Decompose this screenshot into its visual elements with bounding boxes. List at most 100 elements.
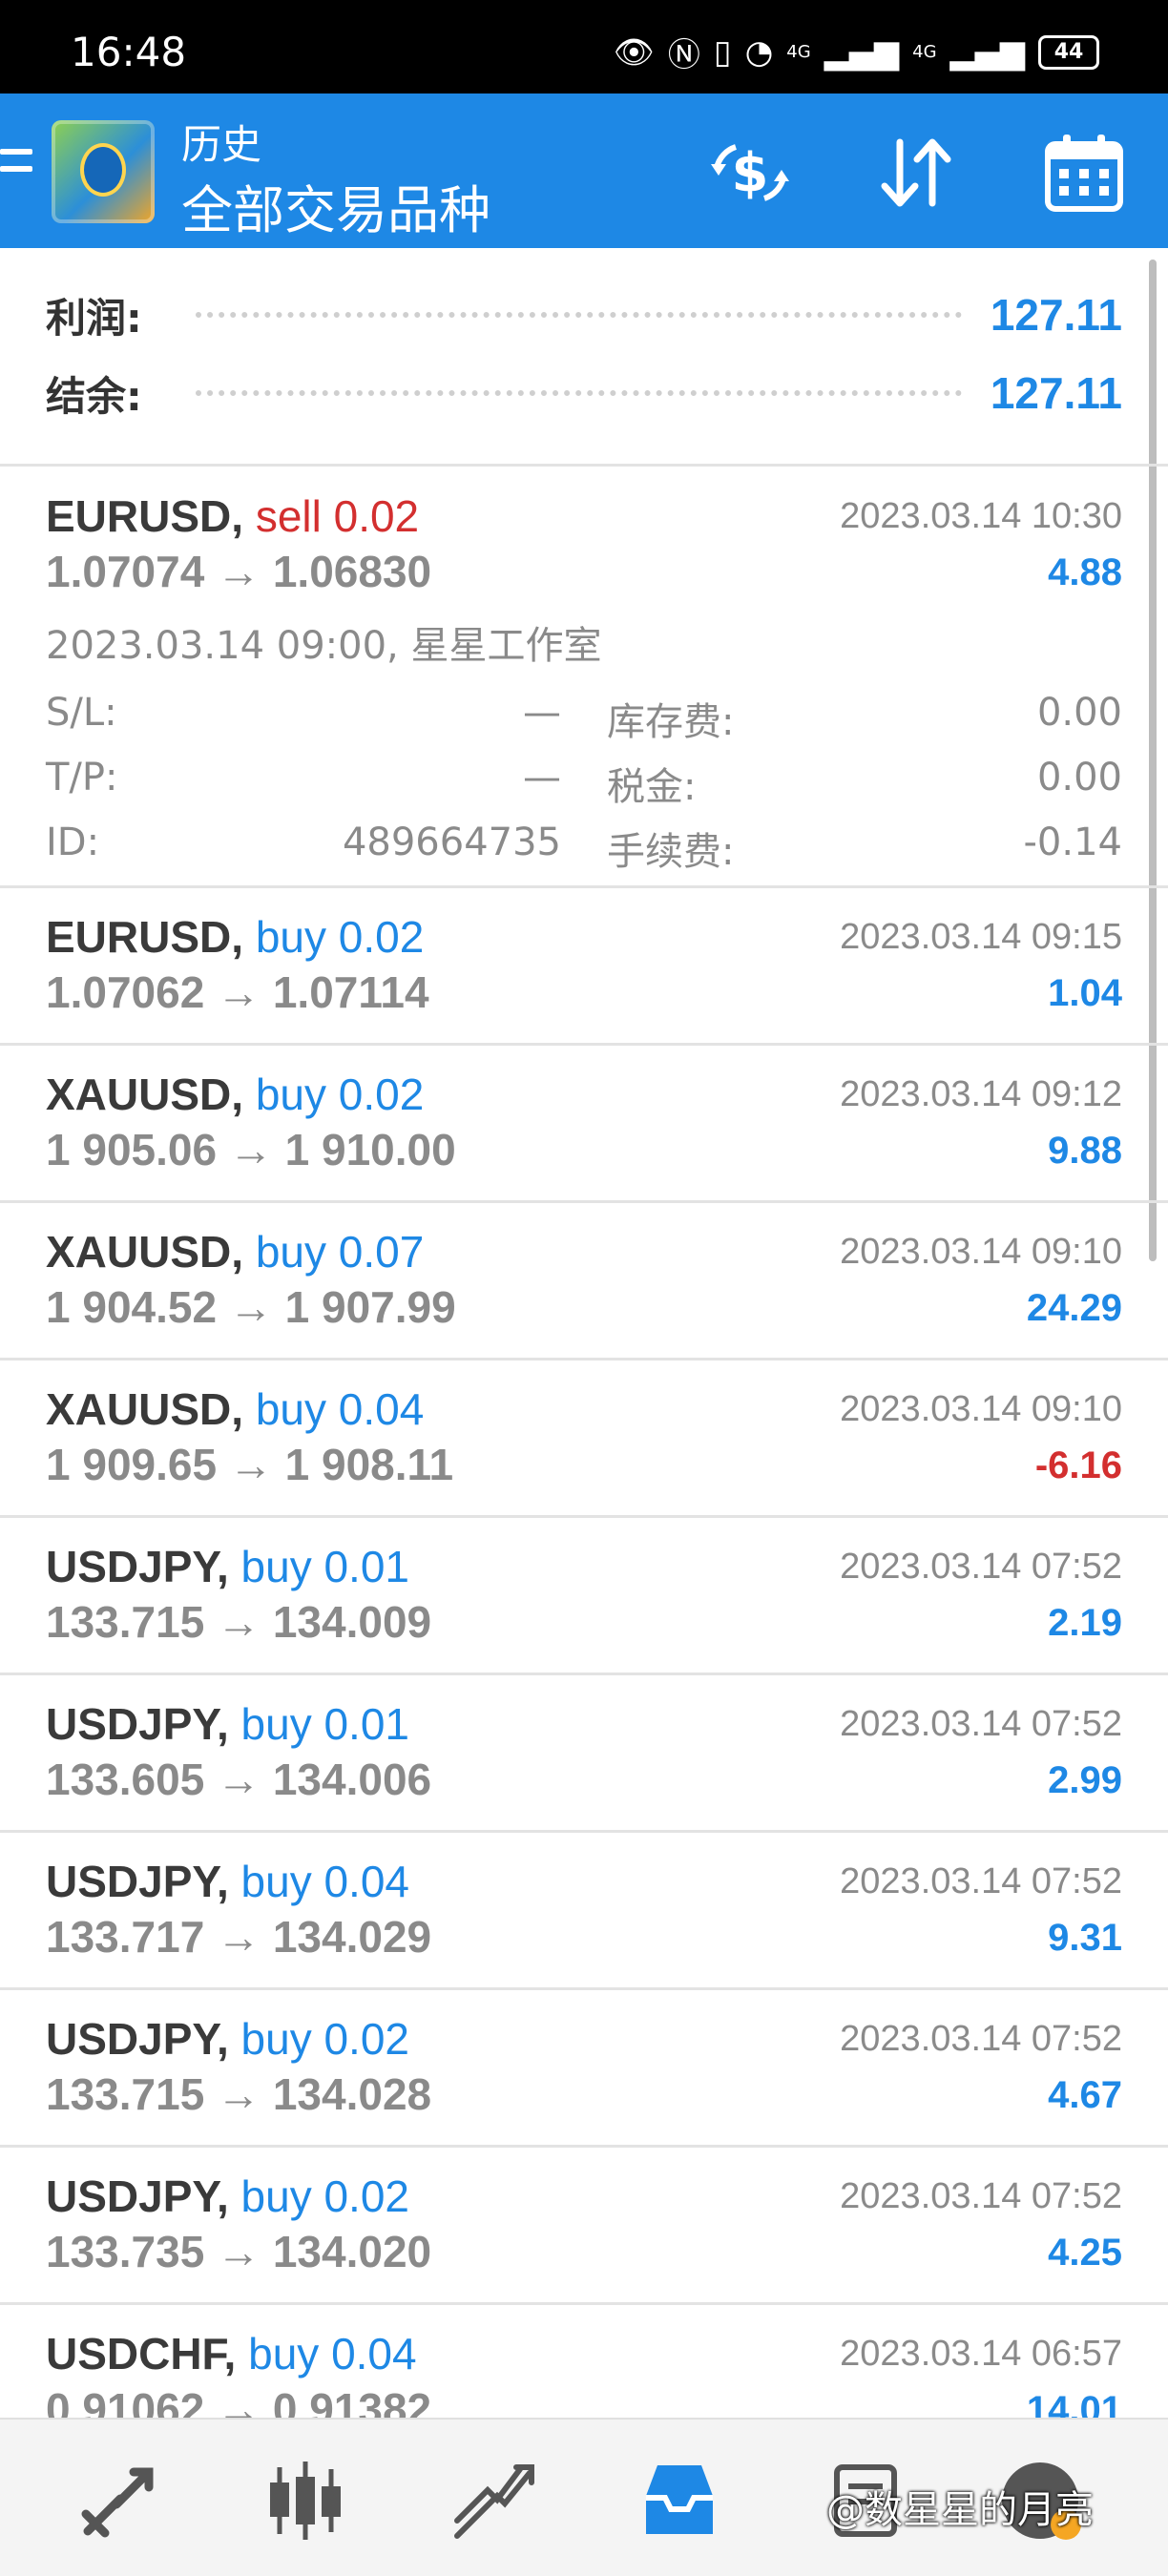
trade-prices: 133.735 → 134.020 <box>46 2227 432 2276</box>
vibrate-icon: ▯ <box>713 32 732 72</box>
tp-label: T/P: <box>46 756 118 800</box>
tp-value: — <box>523 756 561 800</box>
trade-row[interactable]: USDJPY, buy 0.01 133.715 → 134.009 2023.… <box>0 1541 1168 1663</box>
symbol-text: EURUSD, <box>46 491 244 541</box>
trade-side: buy 0.04 <box>255 1384 425 1434</box>
network-label-2: 4G <box>912 42 937 62</box>
symbol-text: USDJPY, <box>46 2014 229 2064</box>
trade-prices: 1.07074 → 1.06830 <box>46 547 432 596</box>
battery-icon: 44 <box>1038 34 1099 70</box>
watermark: @数星星的月亮 <box>826 2488 1094 2532</box>
trade-row[interactable]: USDJPY, buy 0.02 133.715 → 134.028 2023.… <box>0 2013 1168 2135</box>
commission-label: 手续费: <box>607 830 735 874</box>
symbol-text: XAUUSD, <box>46 1227 244 1277</box>
calendar-button[interactable] <box>1036 130 1132 216</box>
trade-date: 2023.03.14 07:52 <box>840 1704 1122 1744</box>
trade-row[interactable]: USDJPY, buy 0.02 133.735 → 134.020 2023.… <box>0 2171 1168 2293</box>
trade-icon <box>454 2464 534 2539</box>
profit-label: 利润: <box>46 294 142 342</box>
signal-icon-2: ▂▄▆ <box>949 32 1025 72</box>
trade-side: buy 0.04 <box>240 1857 410 1906</box>
trade-row[interactable]: XAUUSD, buy 0.07 1 904.52 → 1 907.99 202… <box>0 1226 1168 1348</box>
balance-row: 结余: 127.11 <box>46 364 1122 422</box>
trade-prices: 1 904.52 → 1 907.99 <box>46 1282 456 1332</box>
trade-symbol: USDJPY, buy 0.01 <box>46 1541 409 1592</box>
trade-side: buy 0.07 <box>255 1227 425 1277</box>
history-icon <box>646 2465 713 2534</box>
trade-prices: 1 905.06 → 1 910.00 <box>46 1125 456 1174</box>
trade-prices: 133.717 → 134.029 <box>46 1912 432 1962</box>
trade-profit: -6.16 <box>1034 1444 1122 1486</box>
trade-side: buy 0.02 <box>240 2014 410 2064</box>
trade-profit: 1.04 <box>1048 972 1122 1014</box>
trade-profit: 2.99 <box>1048 1759 1122 1801</box>
divider <box>0 2145 1168 2148</box>
symbol-text: EURUSD, <box>46 912 244 962</box>
divider <box>0 1043 1168 1046</box>
trade-row[interactable]: XAUUSD, buy 0.04 1 909.65 → 1 908.11 202… <box>0 1383 1168 1506</box>
trade-date: 2023.03.14 09:10 <box>840 1232 1122 1272</box>
divider <box>0 885 1168 888</box>
nav-history[interactable] <box>632 2458 727 2544</box>
dots-divider <box>195 390 962 396</box>
symbol-filter[interactable]: 全部交易品种 <box>181 168 490 243</box>
swap-label: 库存费: <box>607 700 735 744</box>
trade-profit: 9.88 <box>1048 1130 1122 1172</box>
id-value: 489664735 <box>342 821 561 864</box>
nav-trade[interactable] <box>445 2458 540 2544</box>
divider <box>0 1515 1168 1518</box>
app-logo[interactable] <box>52 120 155 223</box>
menu-icon[interactable] <box>0 149 32 191</box>
trade-row[interactable]: XAUUSD, buy 0.02 1 905.06 → 1 910.00 202… <box>0 1069 1168 1191</box>
swap-value: 0.00 <box>1036 691 1122 735</box>
trade-prices: 1 909.65 → 1 908.11 <box>46 1440 454 1489</box>
trade-side: buy 0.04 <box>248 2329 417 2379</box>
sort-button[interactable] <box>868 130 964 216</box>
trade-row[interactable]: EURUSD, sell 0.02 1.07074 → 1.06830 2023… <box>0 490 1168 885</box>
sort-icon <box>881 138 951 207</box>
battery-level: 44 <box>1053 40 1084 64</box>
nav-chart[interactable] <box>258 2458 353 2544</box>
trade-side: buy 0.02 <box>255 912 425 962</box>
trade-row[interactable]: USDCHF, buy 0.04 0.91062 → 0.91382 2023.… <box>0 2328 1168 2418</box>
signal-icon: ▂▄▆ <box>824 32 900 72</box>
currency-exchange-button[interactable]: $ <box>702 130 798 216</box>
trade-profit: 24.29 <box>1026 1287 1122 1329</box>
eye-icon: 👁 <box>613 32 655 72</box>
trade-date: 2023.03.14 07:52 <box>840 2019 1122 2059</box>
trade-row[interactable]: USDJPY, buy 0.04 133.717 → 134.029 2023.… <box>0 1856 1168 1978</box>
trade-symbol: XAUUSD, buy 0.04 <box>46 1383 424 1435</box>
tax-label: 税金: <box>607 765 697 809</box>
divider <box>0 464 1168 467</box>
divider <box>0 2302 1168 2305</box>
symbol-text: USDJPY, <box>46 2171 229 2221</box>
trade-prices: 0.91062 → 0.91382 <box>46 2384 432 2418</box>
divider <box>0 1200 1168 1203</box>
trade-row[interactable]: EURUSD, buy 0.02 1.07062 → 1.07114 2023.… <box>0 911 1168 1033</box>
symbol-text: USDJPY, <box>46 1857 229 1906</box>
trade-profit: 9.31 <box>1048 1917 1122 1959</box>
trade-prices: 133.715 → 134.028 <box>46 2069 432 2119</box>
dots-divider <box>195 312 962 318</box>
trade-row[interactable]: USDJPY, buy 0.01 133.605 → 134.006 2023.… <box>0 1698 1168 1820</box>
chart-icon <box>270 2462 341 2540</box>
symbol-text: USDCHF, <box>46 2329 237 2379</box>
wifi-icon: ◔ <box>744 32 774 72</box>
trade-profit: 14.01 <box>1026 2389 1122 2418</box>
trade-symbol: USDCHF, buy 0.04 <box>46 2328 417 2379</box>
trade-date: 2023.03.14 07:52 <box>840 1547 1122 1587</box>
trade-date: 2023.03.14 07:52 <box>840 1861 1122 1901</box>
divider <box>0 1987 1168 1990</box>
trade-symbol: XAUUSD, buy 0.02 <box>46 1069 424 1120</box>
trade-side: buy 0.01 <box>240 1542 410 1591</box>
trade-symbol: EURUSD, sell 0.02 <box>46 490 419 542</box>
trade-profit: 4.67 <box>1048 2074 1122 2116</box>
page-title: 历史 <box>181 121 262 168</box>
symbol-text: XAUUSD, <box>46 1384 244 1434</box>
trade-symbol: XAUUSD, buy 0.07 <box>46 1226 424 1278</box>
trade-prices: 1.07062 → 1.07114 <box>46 967 429 1017</box>
nav-quotes[interactable] <box>71 2458 166 2544</box>
trade-profit: 4.88 <box>1048 551 1122 593</box>
balance-label: 结余: <box>46 372 142 420</box>
trade-date: 2023.03.14 09:15 <box>840 917 1122 957</box>
